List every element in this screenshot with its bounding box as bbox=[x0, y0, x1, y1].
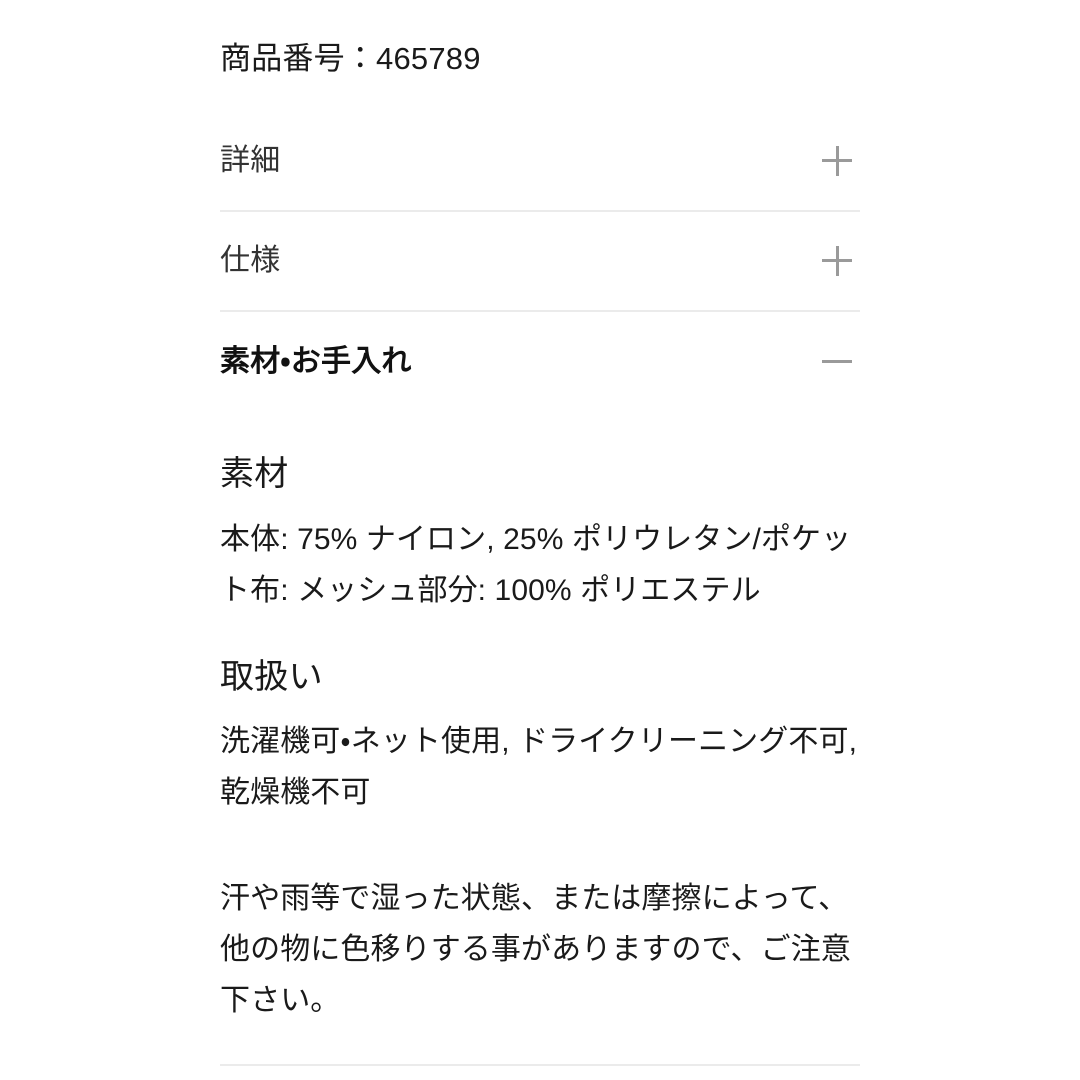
plus-icon[interactable] bbox=[822, 245, 852, 276]
care-instructions-text: 洗濯機可・ネット使用, ドライクリーニング不可, 乾燥機不可 bbox=[220, 725, 858, 810]
minus-icon[interactable] bbox=[822, 347, 852, 377]
product-accordion: 詳細 仕様 素材・お手入れ 素材 本体: 75% ナイロン, 25% ポリウレタ… bbox=[220, 112, 860, 1027]
material-care-panel: 素材 本体: 75% ナイロン, 25% ポリウレタン/ポケット布: メッシュ部… bbox=[220, 412, 860, 1027]
plus-icon[interactable] bbox=[822, 145, 852, 176]
section-bottom-divider bbox=[220, 1064, 860, 1066]
care-heading: 取扱い bbox=[220, 657, 323, 696]
accordion-label-details: 詳細 bbox=[220, 143, 281, 177]
material-heading: 素材 bbox=[220, 454, 289, 493]
accordion-label-specs: 仕様 bbox=[220, 243, 281, 277]
material-composition-text: 本体: 75% ナイロン, 25% ポリウレタン/ポケット布: メッシュ部分: … bbox=[220, 522, 852, 607]
product-details-page: 商品番号：465789 詳細 仕様 素材・お手入れ 素材 本体: 75% ナイロ… bbox=[0, 0, 1080, 1080]
content-column: 商品番号：465789 詳細 仕様 素材・お手入れ 素材 本体: 75% ナイロ… bbox=[220, 0, 860, 1026]
accordion-label-material-care: 素材・お手入れ bbox=[220, 344, 412, 378]
material-group: 素材 本体: 75% ナイロン, 25% ポリウレタン/ポケット布: メッシュ部… bbox=[220, 454, 860, 616]
accordion-row-details[interactable]: 詳細 bbox=[220, 112, 860, 212]
accordion-row-specs[interactable]: 仕様 bbox=[220, 212, 860, 312]
care-group: 取扱い 洗濯機可・ネット使用, ドライクリーニング不可, 乾燥機不可 汗や雨等で… bbox=[220, 657, 860, 1027]
care-color-transfer-note: 汗や雨等で湿った状態、または摩擦によって、他の物に色移りする事がありますので、ご… bbox=[220, 882, 851, 1018]
accordion-row-material-care[interactable]: 素材・お手入れ bbox=[220, 312, 860, 412]
product-number: 商品番号：465789 bbox=[220, 41, 481, 76]
